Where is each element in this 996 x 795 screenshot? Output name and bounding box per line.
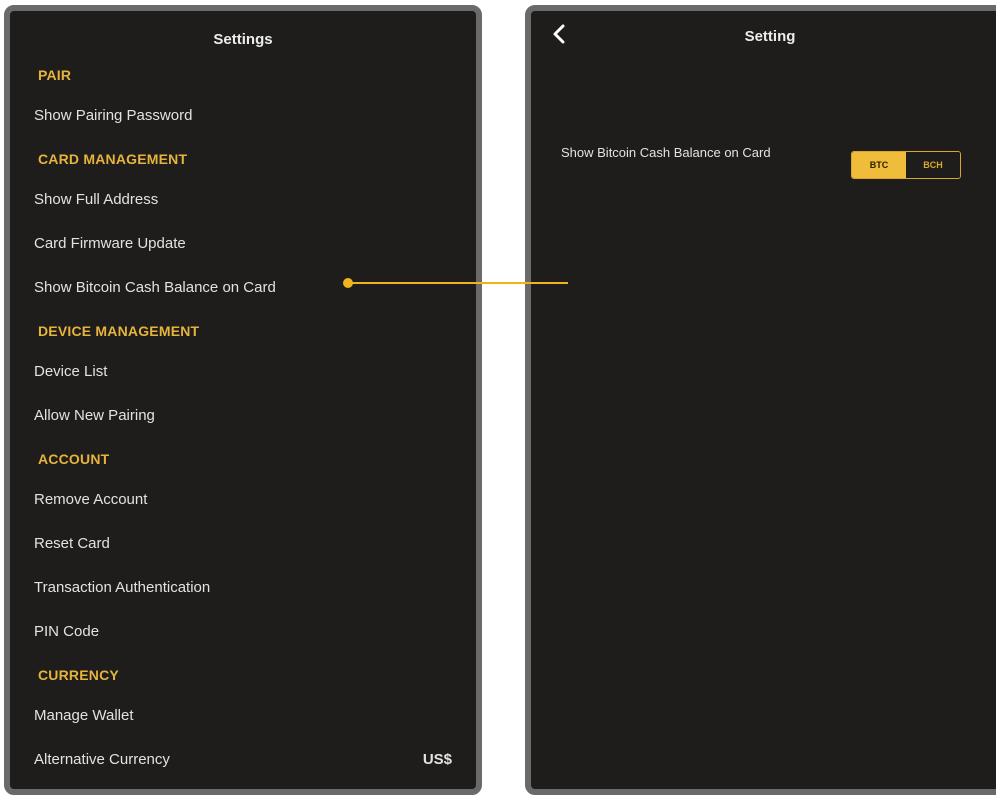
currency-value: US$ xyxy=(422,751,452,768)
section-card-management: CARD MANAGEMENT xyxy=(38,151,188,167)
menu-item-transaction-authentication[interactable]: Transaction Authentication xyxy=(34,577,452,599)
setting-detail-screen: Setting Show Bitcoin Cash Balance on Car… xyxy=(525,5,996,795)
menu-item-alternative-currency[interactable]: Alternative Currency US$ xyxy=(34,749,452,771)
menu-item-allow-new-pairing[interactable]: Allow New Pairing xyxy=(34,405,452,427)
section-account: ACCOUNT xyxy=(38,451,110,467)
menu-item-pin-code[interactable]: PIN Code xyxy=(34,621,452,643)
section-device-management: DEVICE MANAGEMENT xyxy=(38,323,200,339)
connector-dot xyxy=(343,278,353,288)
menu-item-manage-wallet[interactable]: Manage Wallet xyxy=(34,705,452,727)
menu-item-show-bitcoin-cash-balance[interactable]: Show Bitcoin Cash Balance on Card xyxy=(34,277,452,299)
currency-toggle[interactable]: BTC BCH xyxy=(851,151,961,179)
menu-item-show-pairing-password[interactable]: Show Pairing Password xyxy=(34,105,452,127)
menu-item-device-list[interactable]: Device List xyxy=(34,361,452,383)
toggle-option-bch[interactable]: BCH xyxy=(906,152,960,178)
page-title: Setting xyxy=(744,28,796,45)
menu-item-show-full-address[interactable]: Show Full Address xyxy=(34,189,452,211)
menu-item-remove-account[interactable]: Remove Account xyxy=(34,489,452,511)
section-currency: CURRENCY xyxy=(38,667,119,683)
menu-item-label: Alternative Currency xyxy=(34,751,170,768)
menu-item-card-firmware-update[interactable]: Card Firmware Update xyxy=(34,233,452,255)
connector-line xyxy=(350,282,568,284)
section-pair: PAIR xyxy=(38,67,72,83)
menu-item-reset-card[interactable]: Reset Card xyxy=(34,533,452,555)
page-title: Settings xyxy=(213,31,273,48)
settings-screen: Settings PAIR Show Pairing Password CARD… xyxy=(4,5,482,795)
setting-label: Show Bitcoin Cash Balance on Card xyxy=(561,145,771,160)
toggle-option-btc[interactable]: BTC xyxy=(852,152,906,178)
